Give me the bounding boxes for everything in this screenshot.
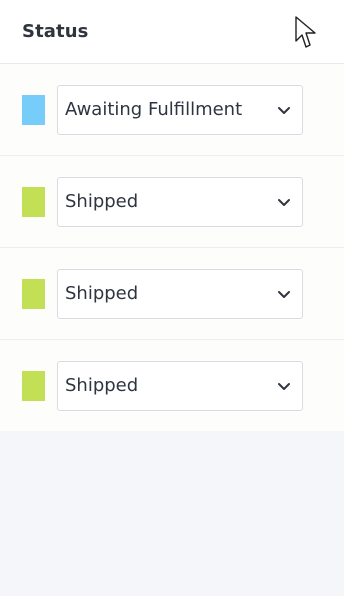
status-row-2: Shipped [0,156,344,248]
status-select[interactable]: Shipped [57,360,303,411]
status-select[interactable]: Shipped [57,268,303,319]
status-select-value: Awaiting Fulfillment [65,99,243,120]
status-panel: Status Awaiting Fulfillment Shipped Ship… [0,0,344,431]
status-row-3: Shipped [0,248,344,340]
empty-area [0,431,344,596]
status-row-4: Shipped [0,340,344,431]
mouse-pointer-icon [295,16,317,50]
status-row-1: Awaiting Fulfillment [0,64,344,156]
status-color-swatch [22,278,45,309]
status-select-value: Shipped [65,283,139,304]
status-title: Status [22,21,89,42]
status-select-value: Shipped [65,375,139,396]
status-select-value: Shipped [65,191,139,212]
status-select[interactable]: Awaiting Fulfillment [57,84,303,135]
chevron-down-icon [276,286,292,302]
status-header: Status [0,0,344,64]
chevron-down-icon [276,378,292,394]
status-color-swatch [22,370,45,401]
status-color-swatch [22,94,45,125]
status-color-swatch [22,186,45,217]
chevron-down-icon [276,102,292,118]
status-select[interactable]: Shipped [57,176,303,227]
chevron-down-icon [276,194,292,210]
